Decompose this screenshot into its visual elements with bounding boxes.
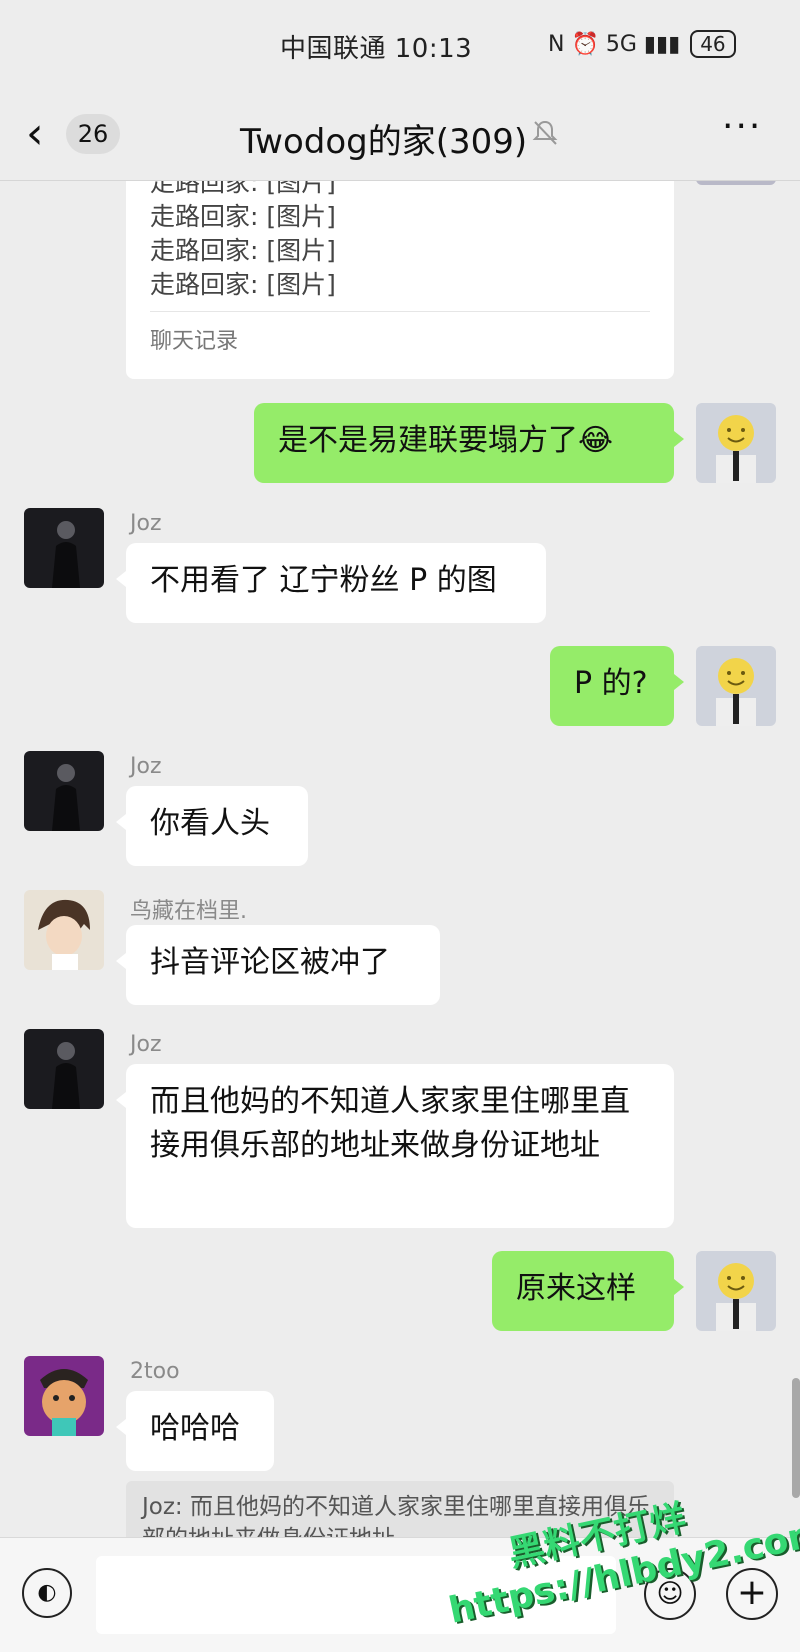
voice-input-icon[interactable]: ◐ — [22, 1568, 72, 1618]
sender-avatar[interactable] — [24, 751, 104, 831]
more-menu-icon[interactable]: ··· — [722, 106, 762, 147]
status-indicator-icons: N ⏰ 5G ▮▮▮ — [548, 31, 681, 57]
message-bubble-other[interactable]: 抖音评论区被冲了 — [116, 925, 440, 1005]
divider — [150, 311, 650, 312]
sender-avatar[interactable] — [24, 890, 104, 970]
status-icons: N ⏰ 5G ▮▮▮ 46 — [548, 30, 736, 58]
message-bubble-other[interactable]: 不用看了 辽宁粉丝 P 的图 — [116, 543, 546, 623]
sender-name: 鸟藏在档里. — [130, 899, 247, 924]
carrier-time: 中国联通 10:13 — [280, 34, 473, 64]
message-bubble-me[interactable]: 是不是易建联要塌方了😂 — [254, 403, 684, 483]
chat-history-card[interactable]: 走路回家: [图片] 走路回家: [图片] 走路回家: [图片] 走路回家: [… — [126, 181, 674, 379]
back-arrow-icon[interactable]: ‹ — [26, 112, 44, 156]
sender-avatar[interactable] — [24, 1356, 104, 1436]
message-bubble-me[interactable]: 原来这样 — [492, 1251, 684, 1331]
chat-title: Twodog的家(309) — [240, 122, 528, 162]
unread-count-badge[interactable]: 26 — [66, 114, 120, 154]
chat-header: ‹ 26 Twodog的家(309) ··· — [0, 96, 800, 181]
sender-name: Joz — [130, 511, 162, 536]
sender-avatar[interactable] — [24, 508, 104, 588]
message-list[interactable]: 走路回家: [图片] 走路回家: [图片] 走路回家: [图片] 走路回家: [… — [0, 181, 800, 1537]
avatar[interactable] — [696, 181, 776, 185]
card-line: 走路回家: [图片] — [150, 202, 336, 231]
my-avatar[interactable] — [696, 646, 776, 726]
message-bubble-me[interactable]: P 的? — [550, 646, 684, 726]
sender-name: Joz — [130, 1032, 162, 1057]
sender-name: 2too — [130, 1359, 180, 1384]
card-line: 走路回家: [图片] — [150, 270, 336, 299]
battery-icon: 46 — [690, 30, 736, 58]
sender-avatar[interactable] — [24, 1029, 104, 1109]
message-bubble-other[interactable]: 哈哈哈 — [116, 1391, 274, 1471]
message-bubble-other[interactable]: 你看人头 — [116, 786, 308, 866]
plus-icon[interactable]: + — [726, 1568, 778, 1620]
card-line: 走路回家: [图片] — [150, 236, 336, 265]
my-avatar[interactable] — [696, 1251, 776, 1331]
status-bar: 中国联通 10:13 N ⏰ 5G ▮▮▮ 46 — [0, 0, 800, 96]
chat-history-label: 聊天记录 — [150, 329, 239, 354]
message-bubble-other[interactable]: 而且他妈的不知道人家家里住哪里直接用俱乐部的地址来做身份证地址 — [116, 1064, 674, 1228]
mute-bell-icon — [532, 120, 558, 145]
my-avatar[interactable] — [696, 403, 776, 483]
sender-name: Joz — [130, 754, 162, 779]
